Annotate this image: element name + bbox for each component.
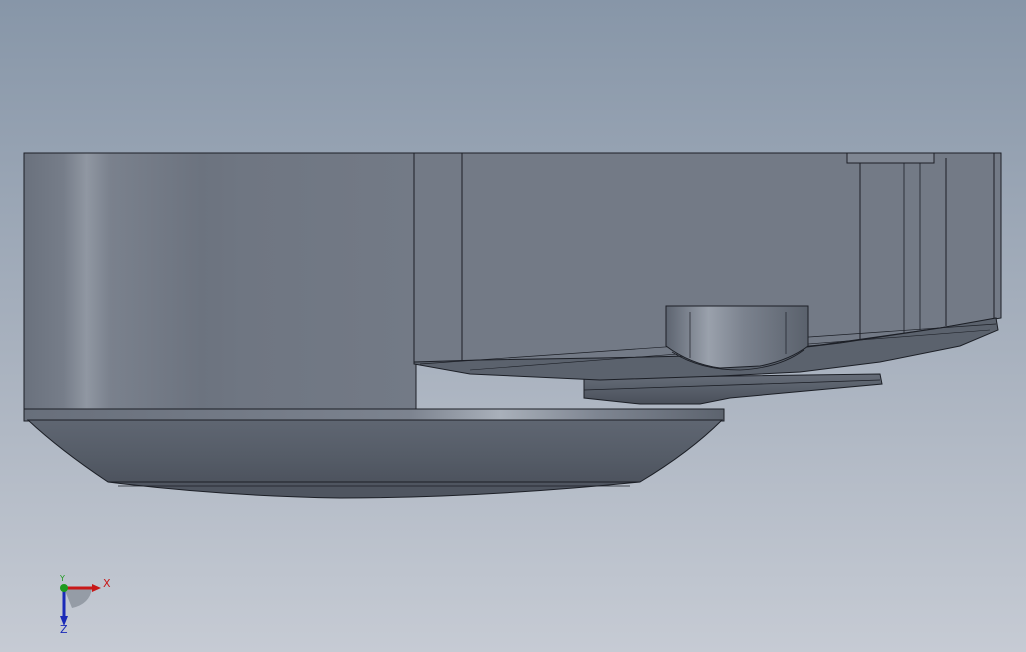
- y-axis-label: Y: [60, 574, 65, 583]
- graphics-viewport[interactable]: X Y Z: [0, 0, 1026, 652]
- dome-base[interactable]: [107, 481, 641, 499]
- cylinder-wall[interactable]: [23, 152, 417, 411]
- x-axis-label: X: [103, 577, 111, 590]
- top-tab[interactable]: [846, 152, 935, 164]
- part-model[interactable]: [0, 0, 1026, 652]
- y-axis-dot: [60, 584, 68, 592]
- dome-bottom[interactable]: [26, 419, 724, 483]
- z-axis-label: Z: [60, 623, 68, 636]
- x-axis-arrow: [92, 584, 101, 592]
- triad-shadow: [64, 588, 92, 608]
- axis-triad: X Y Z: [52, 574, 116, 636]
- cylinder-band[interactable]: [23, 408, 725, 422]
